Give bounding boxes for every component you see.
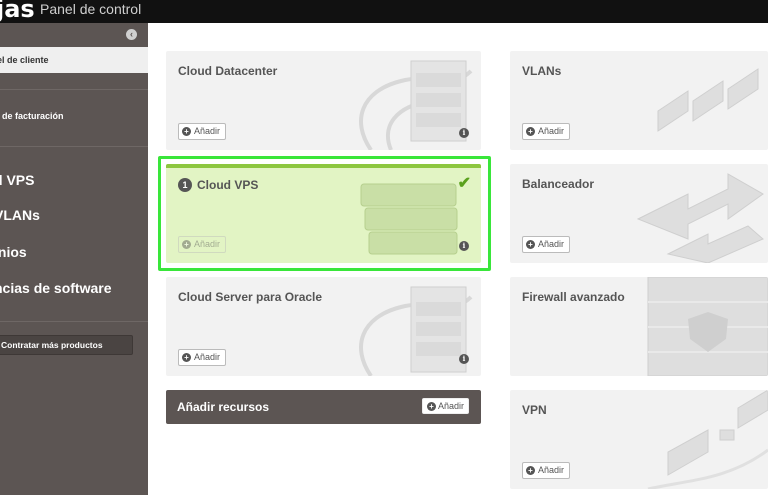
card-title: VPN xyxy=(522,403,547,417)
add-resources-bar: Añadir recursos + Añadir xyxy=(166,390,481,424)
balancer-arrows-illustration xyxy=(636,173,764,263)
add-label: Añadir xyxy=(538,239,565,249)
card-cloud-oracle[interactable]: Cloud Server para Oracle + Añadir i xyxy=(166,277,481,376)
sidebar-divider xyxy=(0,146,148,147)
add-button[interactable]: + Añadir xyxy=(178,349,227,366)
add-label: Añadir xyxy=(194,126,221,136)
plus-icon: + xyxy=(526,127,535,136)
sidebar-item-billing[interactable]: l de facturación xyxy=(0,111,64,121)
selection-highlight xyxy=(158,156,491,271)
card-title: Cloud Server para Oracle xyxy=(178,290,323,304)
card-cloud-datacenter[interactable]: Cloud Datacenter + Añadir i xyxy=(166,51,481,150)
add-button[interactable]: + Añadir xyxy=(522,236,571,253)
add-resources-label: Añadir recursos xyxy=(177,400,270,414)
card-balancer[interactable]: Balanceador + Añadir xyxy=(510,164,768,263)
firewall-shield-illustration xyxy=(647,277,768,376)
card-vpn[interactable]: VPN + Añadir xyxy=(510,390,768,489)
add-button[interactable]: + Añadir xyxy=(522,123,571,140)
sidebar-item-client-panel[interactable]: el de cliente xyxy=(0,47,148,73)
add-label: Añadir xyxy=(538,126,565,136)
plus-icon: + xyxy=(526,466,535,475)
add-label: Añadir xyxy=(437,401,464,411)
card-title: Firewall avanzado xyxy=(522,290,625,304)
card-title: Cloud Datacenter xyxy=(178,64,278,78)
sidebar-item-domains[interactable]: inios xyxy=(0,244,27,260)
plus-icon: + xyxy=(182,353,191,362)
brand-logo[interactable]: jas xyxy=(0,0,35,23)
sidebar-item-label: el de cliente xyxy=(0,55,49,65)
sidebar-item-vlans[interactable]: VLANs xyxy=(0,207,40,223)
laptops-illustration xyxy=(657,68,759,132)
sidebar-divider xyxy=(0,89,148,90)
more-products-button[interactable]: Contratar más productos xyxy=(0,335,133,355)
card-title: VLANs xyxy=(522,64,562,78)
sidebar-divider xyxy=(0,321,148,322)
card-vlans[interactable]: VLANs + Añadir xyxy=(510,51,768,150)
top-bar: jas Panel de control xyxy=(0,0,768,23)
sidebar-item-software-licenses[interactable]: ncias de software xyxy=(0,280,112,296)
app-subtitle: Panel de control xyxy=(40,1,142,17)
add-label: Añadir xyxy=(538,465,565,475)
card-title: Balanceador xyxy=(522,177,595,191)
plus-icon: + xyxy=(526,240,535,249)
plus-icon: + xyxy=(426,401,436,411)
info-icon[interactable]: i xyxy=(459,128,469,138)
add-resources-button[interactable]: + Añadir xyxy=(421,398,469,414)
sidebar-item-cloud-vps[interactable]: d VPS xyxy=(0,172,34,188)
info-icon[interactable]: i xyxy=(459,354,469,364)
vpn-devices-illustration xyxy=(647,390,768,489)
card-firewall[interactable]: Firewall avanzado xyxy=(510,277,768,376)
add-button[interactable]: + Añadir xyxy=(178,123,227,140)
sidebar: ‹ el de cliente l de facturación d VPS V… xyxy=(0,23,148,495)
add-label: Añadir xyxy=(194,352,221,362)
add-button[interactable]: + Añadir xyxy=(522,462,571,479)
collapse-sidebar-icon[interactable]: ‹ xyxy=(126,29,137,40)
plus-icon: + xyxy=(182,127,191,136)
